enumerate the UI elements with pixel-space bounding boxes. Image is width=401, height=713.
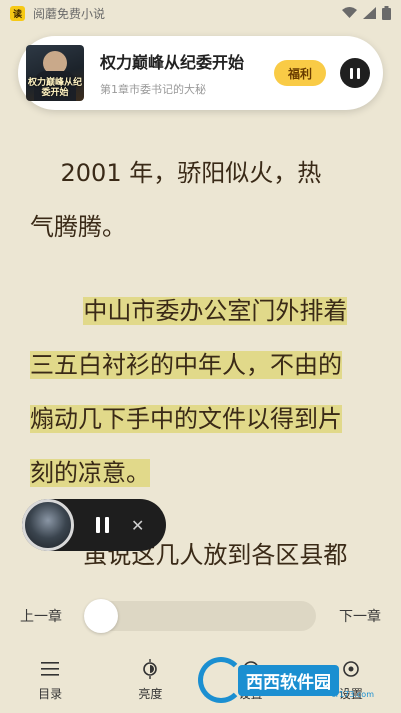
list-icon (39, 658, 61, 680)
now-playing-card[interactable]: 权力巅峰从纪委开始 权力巅峰从纪委开始 第1章市委书记的大秘 福利 (18, 36, 383, 110)
watermark-text: 西西软件园 (238, 664, 339, 696)
pause-icon-bar (105, 517, 109, 533)
wifi-icon (342, 7, 357, 18)
cover-title-text: 权力巅峰从纪委开始 (27, 78, 82, 98)
paragraph-2-cont: 三五白衬衫的中年人，不由的 (30, 338, 373, 392)
paragraph-2: 中山市委办公室门外排着 (30, 284, 373, 338)
progress-track[interactable] (84, 601, 316, 631)
mini-player[interactable]: ✕ (22, 499, 166, 551)
pause-icon-bar (350, 67, 353, 79)
highlighted-text-line: 刻的凉意。 (30, 459, 150, 487)
next-chapter-button[interactable]: 下一章 (339, 606, 381, 626)
mini-player-cover[interactable] (22, 499, 74, 551)
nav-label: 目录 (38, 687, 63, 701)
highlighted-text-line: 三五白衬衫的中年人，不由的 (30, 351, 342, 379)
nav-label: 亮度 (138, 687, 163, 701)
now-playing-texts: 权力巅峰从纪委开始 第1章市委书记的大秘 (100, 49, 244, 97)
battery-icon (382, 6, 391, 20)
brightness-icon (139, 658, 161, 680)
pause-button[interactable] (340, 58, 370, 88)
welfare-button[interactable]: 福利 (274, 60, 326, 86)
text-line: 气腾腾。 (30, 213, 126, 241)
paragraph-1-cont: 气腾腾。 (30, 200, 373, 254)
paragraph-2-cont: 刻的凉意。 (30, 446, 373, 500)
book-cover[interactable]: 权力巅峰从纪委开始 (26, 45, 84, 101)
highlighted-text-line: 煽动几下手中的文件以得到片 (30, 405, 342, 433)
mini-pause-button[interactable] (96, 517, 109, 533)
paragraph-1: 2001 年，骄阳似火，热 (30, 146, 373, 200)
nav-brightness[interactable]: 亮度 (100, 654, 200, 713)
prev-chapter-button[interactable]: 上一章 (20, 606, 62, 626)
progress-slider-thumb[interactable] (84, 599, 118, 633)
watermark-url: cr173.com (331, 690, 374, 699)
chapter-subtitle: 第1章市委书记的大秘 (100, 83, 206, 96)
pause-icon-bar (357, 67, 360, 79)
watermark-logo: 西西软件园 cr173.com (198, 657, 384, 703)
app-icon: 读 (10, 5, 25, 21)
book-title: 权力巅峰从纪委开始 (100, 53, 245, 72)
status-app-title: 阅蘑免费小说 (33, 6, 106, 21)
highlighted-text-line: 中山市委办公室门外排着 (83, 297, 348, 325)
nav-catalog[interactable]: 目录 (0, 654, 100, 713)
paragraph-2-cont: 煽动几下手中的文件以得到片 (30, 392, 373, 446)
pause-icon-bar (96, 517, 100, 533)
chapter-progress-bar: 上一章 下一章 (0, 596, 401, 636)
status-bar: 读 阅蘑免费小说 (0, 0, 401, 26)
text-line: 2001 年，骄阳似火，热 (30, 159, 322, 187)
status-indicators (342, 6, 391, 20)
signal-icon (363, 7, 376, 19)
mini-close-icon[interactable]: ✕ (131, 516, 144, 535)
